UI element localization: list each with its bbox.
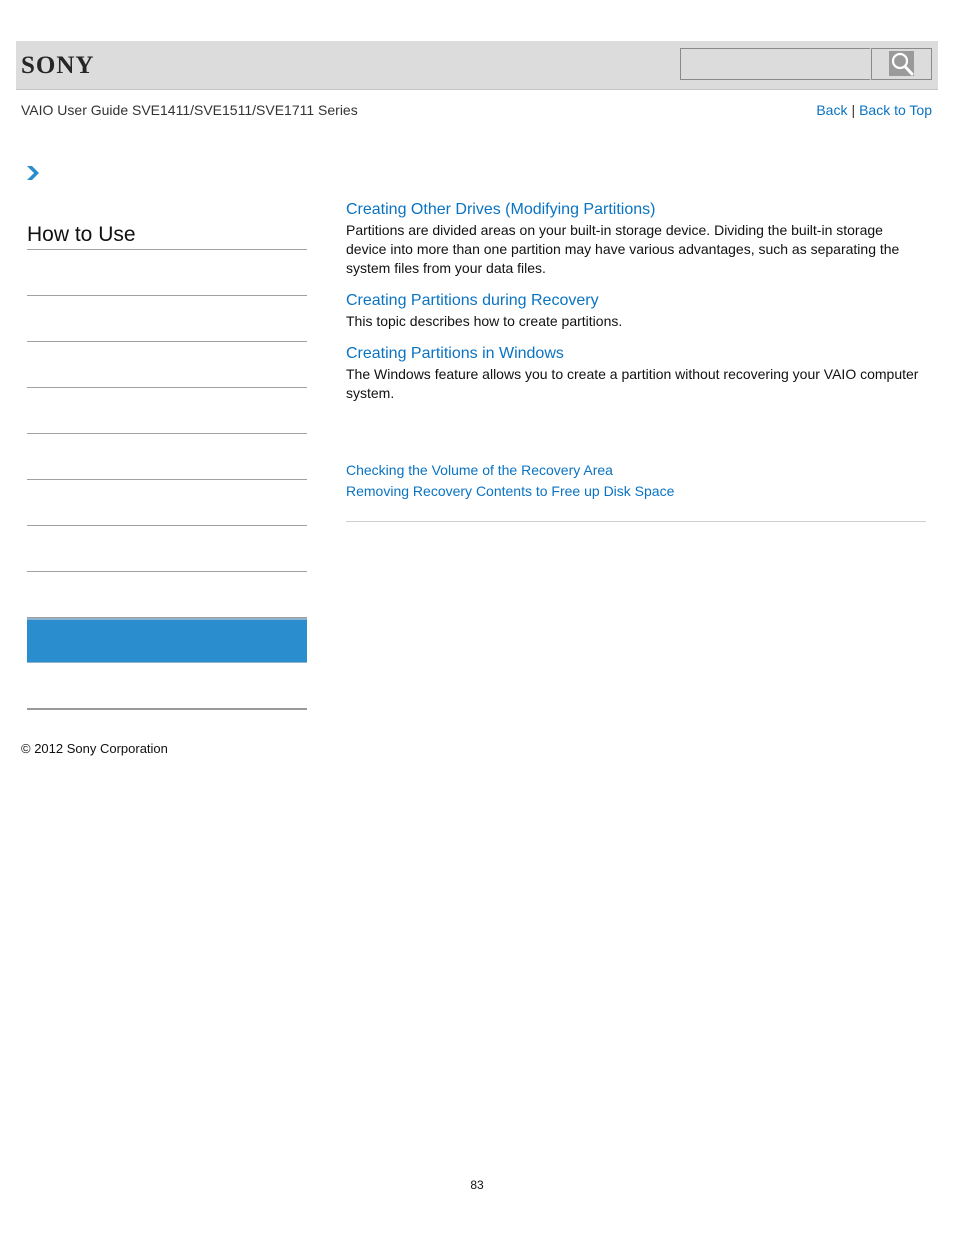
related-link[interactable]: Checking the Volume of the Recovery Area (346, 460, 926, 481)
back-to-top-link[interactable]: Back to Top (859, 102, 932, 118)
sidebar-item[interactable] (27, 526, 307, 572)
magnifier-icon (889, 51, 914, 76)
content-divider (346, 521, 926, 522)
sidebar-item[interactable] (27, 572, 307, 618)
related-links: Checking the Volume of the Recovery Area… (346, 460, 926, 502)
sidebar-item[interactable] (27, 480, 307, 526)
sidebar-item[interactable] (27, 296, 307, 342)
header-bar: SONY (16, 41, 938, 90)
sidebar-item-active[interactable] (27, 618, 307, 663)
page-number: 83 (470, 1178, 484, 1192)
guide-title: VAIO User Guide SVE1411/SVE1511/SVE1711 … (21, 102, 358, 118)
sidebar-title: How to Use (27, 220, 307, 250)
topic-item: Creating Other Drives (Modifying Partiti… (346, 200, 926, 278)
topic-item: Creating Partitions in Windows The Windo… (346, 344, 926, 403)
chevron-right-icon[interactable] (26, 165, 40, 181)
topic-item: Creating Partitions during Recovery This… (346, 291, 926, 331)
main-content: Creating Other Drives (Modifying Partiti… (346, 200, 926, 522)
copyright: © 2012 Sony Corporation (21, 741, 168, 756)
search-button[interactable] (871, 48, 932, 80)
top-nav-links: Back | Back to Top (816, 102, 932, 118)
topic-link[interactable]: Creating Partitions during Recovery (346, 291, 926, 310)
topic-description: This topic describes how to create parti… (346, 313, 623, 329)
nav-separator: | (851, 102, 856, 118)
sidebar-item[interactable] (27, 434, 307, 480)
sidebar-item[interactable] (27, 663, 307, 710)
sidebar-item[interactable] (27, 388, 307, 434)
topic-link[interactable]: Creating Other Drives (Modifying Partiti… (346, 200, 926, 219)
search-input[interactable] (680, 48, 870, 80)
back-link[interactable]: Back (816, 102, 847, 118)
sidebar-item[interactable] (27, 250, 307, 296)
topic-link[interactable]: Creating Partitions in Windows (346, 344, 926, 363)
sony-logo: SONY (21, 52, 95, 79)
sidebar-item[interactable] (27, 342, 307, 388)
topic-description: Partitions are divided areas on your bui… (346, 222, 900, 276)
related-link[interactable]: Removing Recovery Contents to Free up Di… (346, 481, 926, 502)
sidebar: How to Use (27, 220, 307, 710)
topic-description: The Windows feature allows you to create… (346, 366, 919, 401)
